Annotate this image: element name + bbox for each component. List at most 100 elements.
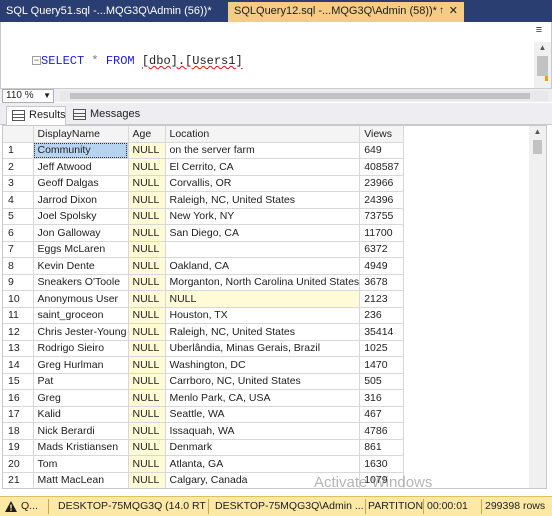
displayname-cell[interactable]: Jeff Atwood [33, 158, 129, 176]
location-cell[interactable] [165, 241, 361, 258]
age-cell[interactable]: NULL [128, 274, 166, 291]
views-cell[interactable]: 4949 [359, 257, 405, 275]
scroll-thumb[interactable] [537, 56, 548, 76]
views-cell[interactable]: 2123 [359, 290, 405, 308]
age-cell[interactable]: NULL [128, 439, 166, 456]
query-editor[interactable]: − SELECT * FROM [dbo].[Users1] ≡ ▲ [0, 22, 552, 88]
location-cell[interactable]: Houston, TX [165, 307, 361, 324]
row-number-cell[interactable]: 9 [3, 274, 34, 291]
location-cell[interactable]: San Diego, CA [165, 224, 361, 242]
row-number-cell[interactable]: 1 [3, 142, 34, 159]
views-cell[interactable]: 236 [359, 307, 405, 324]
row-number-cell[interactable]: 3 [3, 175, 34, 192]
displayname-cell[interactable]: Eggs McLaren [33, 241, 129, 258]
row-number-cell[interactable]: 2 [3, 158, 34, 176]
views-cell[interactable]: 4786 [359, 422, 405, 440]
age-cell[interactable]: NULL [128, 455, 166, 473]
row-number-cell[interactable]: 13 [3, 340, 34, 357]
close-icon[interactable]: ✕ [449, 2, 458, 20]
displayname-cell[interactable]: Matt MacLean [33, 472, 129, 488]
column-header-location[interactable]: Location [165, 126, 361, 143]
views-cell[interactable]: 3678 [359, 274, 405, 291]
age-cell[interactable]: NULL [128, 191, 166, 209]
table-row[interactable]: 11 saint_groceon NULL Houston, TX 236 [3, 307, 405, 324]
displayname-cell[interactable]: Greg [33, 389, 129, 407]
row-number-cell[interactable]: 4 [3, 191, 34, 209]
views-cell[interactable]: 11700 [359, 224, 405, 242]
scroll-thumb[interactable] [70, 93, 530, 99]
collapse-icon[interactable]: − [32, 56, 41, 65]
grid-vertical-scrollbar[interactable]: ▲ [529, 126, 546, 488]
displayname-cell[interactable]: Rodrigo Sieiro [33, 340, 129, 357]
pin-icon[interactable]: ↑ [439, 2, 444, 20]
location-cell[interactable]: Oakland, CA [165, 257, 361, 275]
location-cell[interactable]: NULL [165, 290, 361, 308]
age-cell[interactable]: NULL [128, 323, 166, 341]
tab-sqlquery12[interactable]: SQLQuery12.sql -...MQG3Q\Admin (58))* ↑ … [228, 2, 464, 22]
location-cell[interactable]: El Cerrito, CA [165, 158, 361, 176]
displayname-cell[interactable]: Mads Kristiansen [33, 439, 129, 456]
views-cell[interactable]: 35414 [359, 323, 405, 341]
sql-text[interactable]: SELECT * FROM [dbo].[Users1] [41, 54, 243, 68]
row-number-cell[interactable]: 17 [3, 406, 34, 423]
column-header-displayname[interactable]: DisplayName [33, 126, 129, 143]
displayname-cell[interactable]: Pat [33, 373, 129, 390]
editor-vertical-scrollbar[interactable]: ▲ [534, 42, 551, 88]
zoom-select[interactable]: 110 % ▼ [2, 89, 54, 103]
table-row[interactable]: 19 Mads Kristiansen NULL Denmark 861 [3, 439, 405, 456]
location-cell[interactable]: Seattle, WA [165, 406, 361, 423]
row-number-cell[interactable]: 8 [3, 257, 34, 275]
views-cell[interactable]: 6372 [359, 241, 405, 258]
tab-messages[interactable]: Messages [68, 106, 140, 125]
age-cell[interactable]: NULL [128, 340, 166, 357]
row-number-cell[interactable]: 7 [3, 241, 34, 258]
location-cell[interactable]: Raleigh, NC, United States [165, 323, 361, 341]
tab-sqlquery51[interactable]: SQL Query51.sql -...MQG3Q\Admin (56))* [0, 2, 228, 22]
location-cell[interactable]: Denmark [165, 439, 361, 456]
views-cell[interactable]: 24396 [359, 191, 405, 209]
column-header-views[interactable]: Views [359, 126, 405, 143]
displayname-cell[interactable]: Jon Galloway [33, 224, 129, 242]
scroll-up-icon[interactable]: ▲ [529, 126, 546, 138]
table-row[interactable]: 13 Rodrigo Sieiro NULL Uberlândia, Minas Ge… [3, 340, 405, 357]
displayname-cell[interactable]: Tom [33, 455, 129, 473]
views-cell[interactable]: 408587 [359, 158, 405, 176]
age-cell[interactable]: NULL [128, 389, 166, 407]
age-cell[interactable]: NULL [128, 224, 166, 242]
views-cell[interactable]: 861 [359, 439, 405, 456]
row-number-cell[interactable]: 11 [3, 307, 34, 324]
displayname-cell[interactable]: Joel Spolsky [33, 208, 129, 225]
age-cell[interactable]: NULL [128, 472, 166, 488]
results-grid[interactable]: DisplayName Age Location Views 1 Communit… [2, 125, 547, 489]
table-row[interactable]: 2 Jeff Atwood NULL El Cerrito, CA 408587 [3, 158, 405, 176]
row-number-cell[interactable]: 12 [3, 323, 34, 341]
scroll-thumb[interactable] [533, 140, 542, 154]
location-cell[interactable]: Carrboro, NC, United States [165, 373, 361, 390]
scroll-up-icon[interactable]: ▲ [534, 42, 551, 54]
row-number-cell[interactable]: 19 [3, 439, 34, 456]
table-row[interactable]: 9 Sneakers O'Toole NULL Morganton, North Ca… [3, 274, 405, 291]
table-row[interactable]: 6 Jon Galloway NULL San Diego, CA 11700 [3, 224, 405, 242]
location-cell[interactable]: Washington, DC [165, 356, 361, 374]
age-cell[interactable]: NULL [128, 241, 166, 258]
age-cell[interactable]: NULL [128, 142, 166, 159]
location-cell[interactable]: Raleigh, NC, United States [165, 191, 361, 209]
column-header-rownum[interactable] [3, 126, 34, 143]
displayname-cell[interactable]: Kalid [33, 406, 129, 423]
displayname-cell[interactable]: Geoff Dalgas [33, 175, 129, 192]
views-cell[interactable]: 316 [359, 389, 405, 407]
views-cell[interactable]: 505 [359, 373, 405, 390]
views-cell[interactable]: 73755 [359, 208, 405, 225]
table-row[interactable]: 10 Anonymous User NULL NULL 2123 [3, 290, 405, 308]
displayname-cell[interactable]: Kevin Dente [33, 257, 129, 275]
displayname-cell[interactable]: Anonymous User [33, 290, 129, 308]
age-cell[interactable]: NULL [128, 356, 166, 374]
views-cell[interactable]: 649 [359, 142, 405, 159]
views-cell[interactable]: 23966 [359, 175, 405, 192]
age-cell[interactable]: NULL [128, 307, 166, 324]
location-cell[interactable]: Morganton, North Carolina United States [165, 274, 361, 291]
row-number-cell[interactable]: 20 [3, 455, 34, 473]
location-cell[interactable]: Atlanta, GA [165, 455, 361, 473]
displayname-cell[interactable]: Nick Berardi [33, 422, 129, 440]
displayname-cell[interactable]: Sneakers O'Toole [33, 274, 129, 291]
